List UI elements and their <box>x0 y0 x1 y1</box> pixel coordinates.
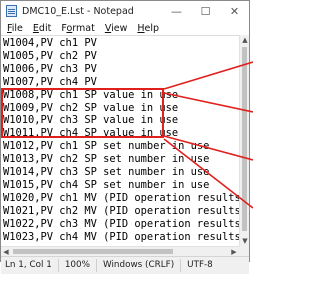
status-encoding: UTF-8 <box>180 259 219 272</box>
text-line: W1023,PV ch4 MV (PID operation results) <box>3 230 239 243</box>
status-line-ending: Windows (CRLF) <box>95 259 180 272</box>
text-line: W1005,PV ch2 PV <box>3 49 97 62</box>
minimize-button[interactable]: — <box>162 1 191 21</box>
text-line: W1004,PV ch1 PV <box>3 37 97 49</box>
menu-item-edit[interactable]: Edit <box>33 23 51 34</box>
menu-item-file[interactable]: File <box>7 23 23 34</box>
vertical-scrollbar[interactable]: ▲ ▼ <box>239 35 249 246</box>
text-line: W1013,PV ch2 SP set number in use <box>3 153 210 166</box>
menu-item-help[interactable]: Help <box>137 23 159 34</box>
text-line: W1010,PV ch3 SP value in use <box>3 114 179 127</box>
status-bar: Ln 1, Col 1 100% Windows (CRLF) UTF-8 <box>1 256 249 274</box>
vertical-scroll-thumb[interactable] <box>242 47 247 231</box>
text-line: W1014,PV ch3 SP set number in use <box>3 166 210 178</box>
notepad-app-icon <box>6 5 17 17</box>
text-line: W1022,PV ch3 MV (PID operation results) <box>3 217 239 230</box>
text-line: W1006,PV ch3 PV <box>3 62 97 75</box>
title-bar[interactable]: DMC10_E.Lst - Notepad — ☐ ✕ <box>1 1 249 21</box>
menu-item-view[interactable]: View <box>105 23 128 34</box>
text-line: W1015,PV ch4 SP set number in use <box>3 178 210 191</box>
text-line: W1011,PV ch4 SP value in use <box>3 127 179 140</box>
scroll-up-icon[interactable]: ▲ <box>240 35 250 45</box>
text-line: W1012,PV ch1 SP set number in use <box>3 140 210 153</box>
scrollbar-corner <box>239 246 249 256</box>
text-line: W1009,PV ch2 SP value in use <box>3 101 179 114</box>
menu-bar: File Edit Format View Help <box>1 21 249 35</box>
close-button[interactable]: ✕ <box>220 1 249 21</box>
status-cursor-position: Ln 1, Col 1 <box>5 260 52 270</box>
text-editor[interactable]: W1004,PV ch1 PV W1005,PV ch2 PV W1006,PV c… <box>1 35 239 247</box>
text-line: W1007,PV ch4 PV <box>3 75 97 88</box>
maximize-button[interactable]: ☐ <box>191 1 220 21</box>
text-line: W1008,PV ch1 SP value in use <box>3 88 179 101</box>
horizontal-scroll-thumb[interactable] <box>13 249 173 254</box>
menu-item-format[interactable]: Format <box>61 23 95 34</box>
notepad-window: DMC10_E.Lst - Notepad — ☐ ✕ File Edit Form… <box>0 0 250 274</box>
horizontal-scrollbar[interactable]: ◀ ▶ <box>1 246 239 256</box>
status-zoom: 100% <box>57 259 96 272</box>
text-line: W1021,PV ch2 MV (PID operation results) <box>3 204 239 217</box>
scroll-down-icon[interactable]: ▼ <box>240 236 250 246</box>
window-title: DMC10_E.Lst - Notepad <box>22 5 134 17</box>
text-line: W1020,PV ch1 MV (PID operation results) <box>3 191 239 204</box>
window-controls: — ☐ ✕ <box>162 1 249 21</box>
